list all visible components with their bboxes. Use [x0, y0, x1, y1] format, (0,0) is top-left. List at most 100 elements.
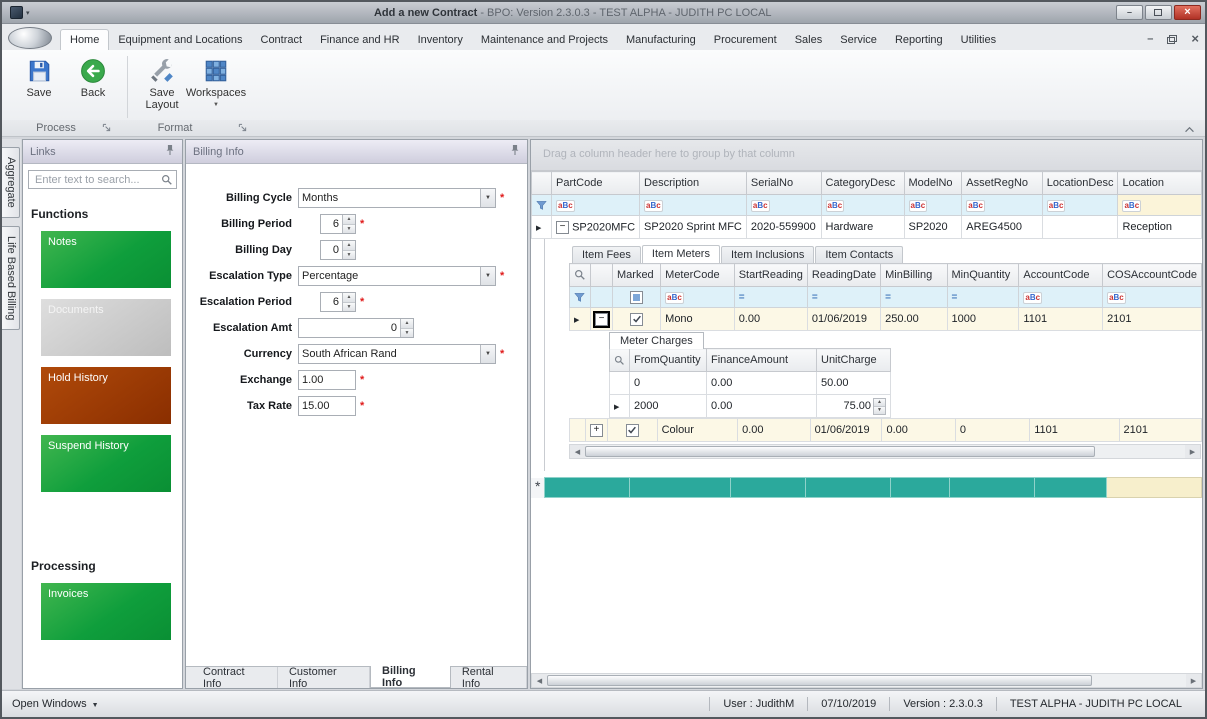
link-notes[interactable]: Notes	[41, 231, 171, 288]
tab-item-fees[interactable]: Item Fees	[572, 246, 641, 263]
col-header-locationdesc[interactable]: LocationDesc	[1042, 172, 1118, 195]
filter-cell-location[interactable]: aBc	[1118, 195, 1202, 216]
cell-startreading[interactable]: 0.00	[738, 419, 810, 442]
spin-down-icon[interactable]	[343, 303, 355, 312]
exchange-field[interactable]: 1.00	[298, 370, 356, 390]
process-dialog-launcher-icon[interactable]	[102, 123, 111, 135]
billing-cycle-dropdown[interactable]: Months	[298, 188, 496, 208]
cell-fromquantity[interactable]: 0	[630, 372, 707, 395]
col-header-minquantity[interactable]: MinQuantity	[947, 264, 1019, 287]
filter-cell-locationdesc[interactable]: aBc	[1042, 195, 1118, 216]
cell-unitcharge-editor[interactable]: 75.00	[817, 395, 891, 418]
tab-item-inclusions[interactable]: Item Inclusions	[721, 246, 814, 263]
quick-access-caret-icon[interactable]: ▾	[26, 9, 30, 17]
escalation-amt-stepper[interactable]: 0	[298, 318, 414, 338]
tax-rate-field[interactable]: 15.00	[298, 396, 356, 416]
tab-item-meters[interactable]: Item Meters	[642, 245, 720, 263]
open-windows-button[interactable]: Open Windows▼	[12, 698, 99, 710]
cell-partcode[interactable]: SP2020MFC	[552, 216, 640, 239]
search-icon[interactable]	[574, 269, 586, 281]
cell-startreading[interactable]: 0.00	[734, 308, 807, 331]
format-dialog-launcher-icon[interactable]	[238, 123, 247, 135]
side-tab-aggregate[interactable]: Aggregate	[2, 147, 20, 218]
ribbon-tab-home[interactable]: Home	[60, 29, 109, 50]
cell-financeamount[interactable]: 0.00	[707, 395, 817, 418]
currency-dropdown[interactable]: South African Rand	[298, 344, 496, 364]
tab-customer-info[interactable]: Customer Info	[278, 667, 370, 688]
cell-unitcharge[interactable]: 50.00	[817, 372, 891, 395]
grid-horizontal-scrollbar[interactable]	[531, 673, 1202, 688]
col-header-fromquantity[interactable]: FromQuantity	[630, 349, 707, 372]
new-cell-locationdesc[interactable]	[1034, 478, 1107, 498]
spin-up-icon[interactable]	[343, 241, 355, 251]
meters-horizontal-scrollbar[interactable]	[569, 444, 1201, 459]
cell-marked[interactable]	[607, 419, 657, 442]
filter-cell-description[interactable]: aBc	[640, 195, 747, 216]
cell-location[interactable]: Reception	[1118, 216, 1202, 239]
collapse-row-icon[interactable]	[595, 313, 608, 326]
col-header-serialno[interactable]: SerialNo	[746, 172, 821, 195]
filter-cell-assetregno[interactable]: aBc	[962, 195, 1043, 216]
scrollbar-thumb[interactable]	[585, 446, 1095, 457]
filter-cell-marked[interactable]	[613, 287, 661, 308]
search-input[interactable]	[33, 173, 161, 187]
escalation-type-dropdown[interactable]: Percentage	[298, 266, 496, 286]
cell-serialno[interactable]: 2020-559900	[746, 216, 821, 239]
cell-metercode[interactable]: Mono	[661, 308, 735, 331]
ribbon-tab-finance-and-hr[interactable]: Finance and HR	[311, 30, 409, 50]
filter-cell-categorydesc[interactable]: aBc	[821, 195, 904, 216]
spin-up-icon[interactable]	[343, 215, 355, 225]
chevron-down-icon[interactable]	[480, 267, 495, 285]
new-cell-assetregno[interactable]	[950, 478, 1035, 498]
scroll-right-icon[interactable]	[1186, 674, 1201, 687]
filter-cell-serialno[interactable]: aBc	[746, 195, 821, 216]
cell-readingdate[interactable]: 01/06/2019	[810, 419, 882, 442]
ribbon-tab-inventory[interactable]: Inventory	[409, 30, 472, 50]
cell-marked[interactable]	[613, 308, 661, 331]
cell-cosaccountcode[interactable]: 2101	[1119, 419, 1201, 442]
billing-period-stepper[interactable]: 6	[320, 214, 356, 234]
cell-description[interactable]: SP2020 Sprint MFC	[640, 216, 747, 239]
new-cell-modelno[interactable]	[890, 478, 950, 498]
ribbon-tab-utilities[interactable]: Utilities	[952, 30, 1005, 50]
tab-meter-charges[interactable]: Meter Charges	[609, 332, 704, 349]
link-hold-history[interactable]: Hold History	[41, 367, 171, 424]
mdi-restore-button[interactable]	[1167, 35, 1177, 44]
chevron-down-icon[interactable]	[480, 345, 495, 363]
cell-metercode[interactable]: Colour	[657, 419, 738, 442]
spin-down-icon[interactable]	[874, 407, 885, 414]
cell-accountcode[interactable]: 1101	[1030, 419, 1119, 442]
application-button[interactable]	[8, 27, 52, 49]
cell-financeamount[interactable]: 0.00	[707, 372, 817, 395]
save-layout-button[interactable]: Save Layout	[135, 55, 189, 114]
cell-minquantity[interactable]: 1000	[947, 308, 1019, 331]
col-header-cosaccountcode[interactable]: COSAccountCode	[1103, 264, 1202, 287]
cell-locationdesc[interactable]	[1042, 216, 1118, 239]
col-header-assetregno[interactable]: AssetRegNo	[962, 172, 1043, 195]
cell-categorydesc[interactable]: Hardware	[821, 216, 904, 239]
spin-down-icon[interactable]	[343, 225, 355, 234]
new-cell-location[interactable]	[1107, 478, 1202, 498]
ribbon-tab-reporting[interactable]: Reporting	[886, 30, 952, 50]
expand-row-icon[interactable]	[590, 424, 603, 437]
col-header-marked[interactable]: Marked	[613, 264, 661, 287]
billing-day-stepper[interactable]: 0	[320, 240, 356, 260]
col-header-partcode[interactable]: PartCode	[552, 172, 640, 195]
col-header-startreading[interactable]: StartReading	[734, 264, 807, 287]
spin-down-icon[interactable]	[343, 251, 355, 260]
col-header-description[interactable]: Description	[640, 172, 747, 195]
filter-cell-metercode[interactable]: aBc	[661, 287, 735, 308]
spin-up-icon[interactable]	[401, 319, 413, 329]
filter-cell-minquantity[interactable]: =	[947, 287, 1019, 308]
link-documents[interactable]: Documents	[41, 299, 171, 356]
spin-up-icon[interactable]	[343, 293, 355, 303]
tab-contract-info[interactable]: Contract Info	[192, 667, 278, 688]
filter-cell-partcode[interactable]: aBc	[552, 195, 640, 216]
app-icon[interactable]	[10, 6, 23, 19]
minimize-button[interactable]	[1116, 5, 1143, 20]
save-button[interactable]: Save	[12, 55, 66, 102]
new-cell-partcode[interactable]	[545, 478, 630, 498]
spin-up-icon[interactable]	[874, 399, 885, 407]
col-header-metercode[interactable]: MeterCode	[661, 264, 735, 287]
filter-cell-startreading[interactable]: =	[734, 287, 807, 308]
